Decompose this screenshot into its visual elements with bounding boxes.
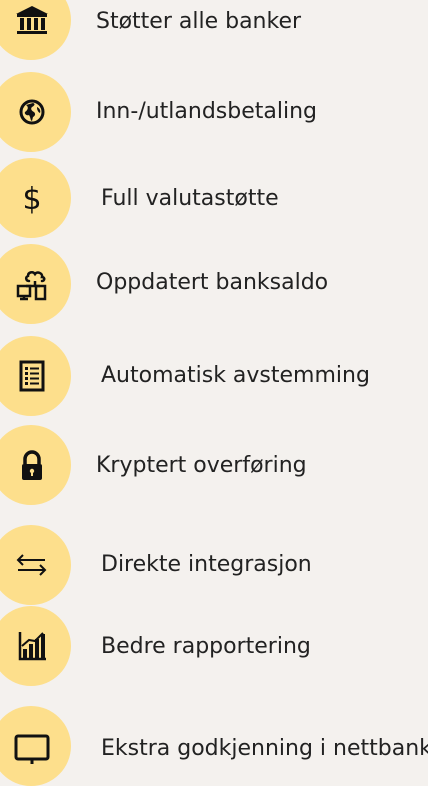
feature-item: Automatisk avstemming	[0, 336, 428, 416]
bar-chart-icon	[12, 626, 52, 666]
feature-item: Bedre rapportering	[0, 606, 428, 686]
feature-label: Ekstra godkjenning i nettbank	[101, 736, 428, 761]
feature-label: Oppdatert banksaldo	[96, 270, 329, 295]
feature-label: Full valutastøtte	[101, 186, 279, 211]
bank-icon	[12, 0, 52, 40]
feature-label: Inn-/utlandsbetaling	[96, 99, 317, 124]
feature-label: Støtter alle banker	[96, 9, 302, 34]
feature-item: Ekstra godkjenning i nettbank	[0, 706, 428, 786]
lock-icon	[12, 445, 52, 485]
monitor-icon	[12, 726, 52, 766]
svg-text:$: $	[22, 182, 41, 217]
dollar-icon: $	[12, 178, 52, 218]
feature-label: Automatisk avstemming	[101, 363, 370, 388]
cloud-computers-icon	[12, 264, 52, 304]
feature-label: Bedre rapportering	[101, 634, 311, 659]
feature-label: Direkte integrasjon	[101, 552, 312, 577]
feature-item: Kryptert overføring	[0, 425, 428, 505]
feature-item: Inn-/utlandsbetaling	[0, 72, 428, 152]
feature-item: Støtter alle banker	[0, 0, 428, 60]
feature-label: Kryptert overføring	[96, 453, 307, 478]
feature-item: Direkte integrasjon	[0, 525, 428, 605]
transfer-arrows-icon	[12, 545, 52, 585]
feature-item: $ Full valutastøtte	[0, 158, 428, 238]
feature-item: Oppdatert banksaldo	[0, 244, 428, 324]
checklist-icon	[12, 356, 52, 396]
globe-icon	[12, 92, 52, 132]
